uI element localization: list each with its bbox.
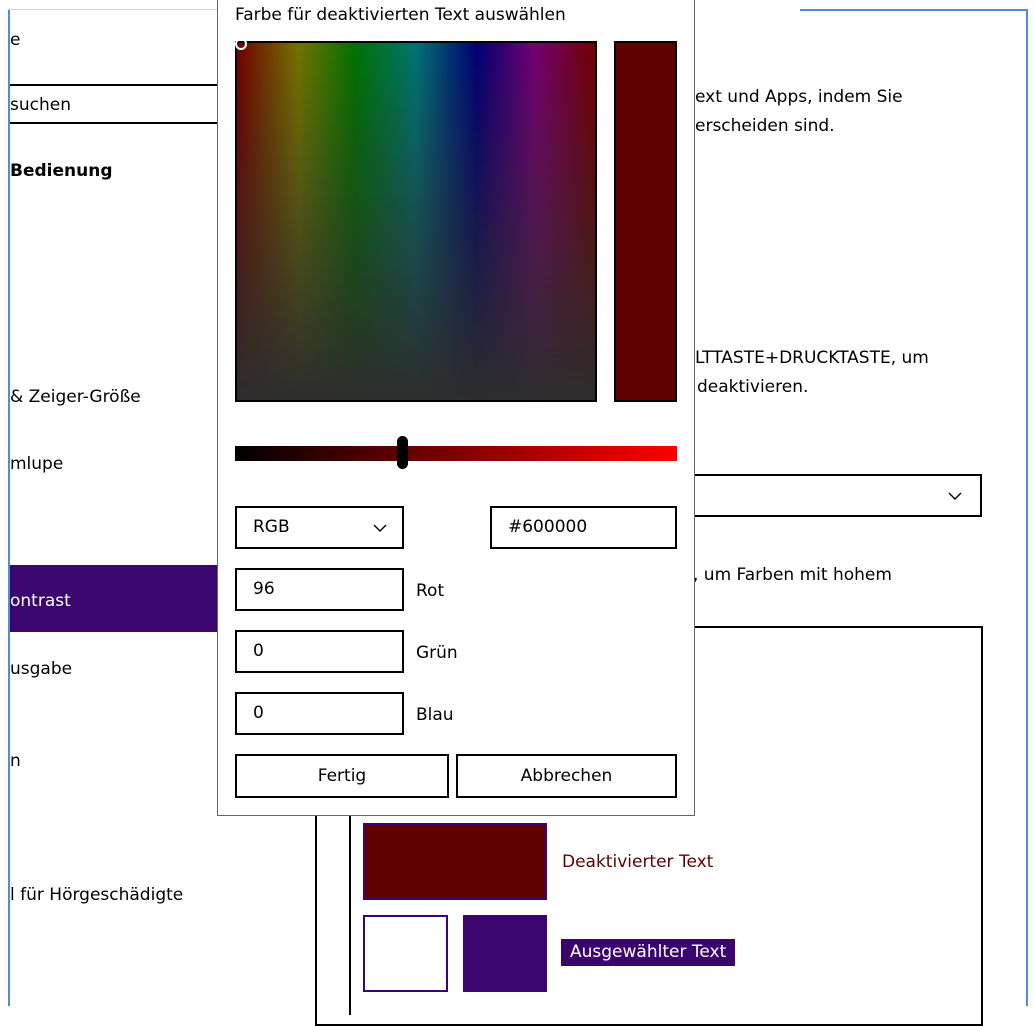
cancel-button[interactable]: Abbrechen [456, 754, 677, 798]
window-border-right [1026, 10, 1028, 1006]
preview-inner-divider [349, 815, 351, 1015]
selected-color-preview [614, 41, 677, 402]
sidebar-item-captions[interactable]: l für Hörgeschädigte [10, 884, 183, 906]
done-button[interactable]: Fertig [235, 754, 449, 798]
intro-text-line1: ext und Apps, indem Sie [695, 87, 903, 107]
intro-text-line2: erscheiden sind. [695, 116, 835, 136]
search-input[interactable]: suchen [10, 84, 224, 124]
blue-value: 0 [253, 703, 264, 723]
color-mode-select[interactable]: RGB [235, 506, 404, 549]
blue-label: Blau [416, 705, 454, 725]
disabled-text-color-swatch[interactable] [363, 823, 547, 900]
window-border-top [800, 9, 1028, 11]
green-input[interactable]: 0 [235, 630, 404, 673]
hex-value: #600000 [508, 517, 588, 537]
chevron-down-icon [948, 492, 962, 500]
green-label: Grün [416, 643, 458, 663]
value-slider[interactable] [235, 446, 677, 461]
shortcut-text-line2: deaktivieren. [697, 377, 809, 397]
sidebar-section-title: Bedienung [10, 161, 113, 181]
red-input[interactable]: 96 [235, 568, 404, 611]
disabled-text-label: Deaktivierter Text [562, 852, 714, 872]
theme-dropdown[interactable] [690, 474, 982, 517]
selected-text-foreground-swatch[interactable] [363, 915, 448, 992]
color-mode-value: RGB [253, 517, 290, 537]
selected-text-background-swatch[interactable] [463, 915, 547, 992]
instruction-text: , um Farben mit hohem [693, 565, 892, 585]
sidebar-item-magnifier[interactable]: mlupe [10, 453, 63, 475]
sidebar-item-narrator[interactable]: usgabe [10, 658, 72, 680]
search-placeholder: suchen [10, 95, 71, 115]
sidebar-item-high-contrast[interactable]: ontrast [10, 565, 218, 632]
chevron-down-icon [373, 524, 387, 532]
sidebar-item-label: ontrast [10, 591, 71, 611]
green-value: 0 [253, 641, 264, 661]
color-spectrum-shade [237, 43, 595, 400]
value-slider-thumb[interactable] [397, 436, 408, 469]
spectrum-selector-handle[interactable] [235, 38, 247, 50]
red-value: 96 [253, 579, 275, 599]
sidebar-item-audio[interactable]: n [10, 750, 21, 772]
sidebar-header: e [10, 30, 21, 50]
shortcut-text-line1: LTTASTE+DRUCKTASTE, um [695, 348, 929, 368]
window-border-top-left [8, 9, 218, 10]
red-label: Rot [416, 581, 445, 601]
blue-input[interactable]: 0 [235, 692, 404, 735]
sidebar-item-cursor-size[interactable]: & Zeiger-Größe [10, 386, 141, 408]
hex-input[interactable]: #600000 [490, 506, 677, 549]
selected-text-label: Ausgewählter Text [561, 939, 736, 966]
dialog-title: Farbe für deaktivierten Text auswählen [235, 5, 566, 25]
